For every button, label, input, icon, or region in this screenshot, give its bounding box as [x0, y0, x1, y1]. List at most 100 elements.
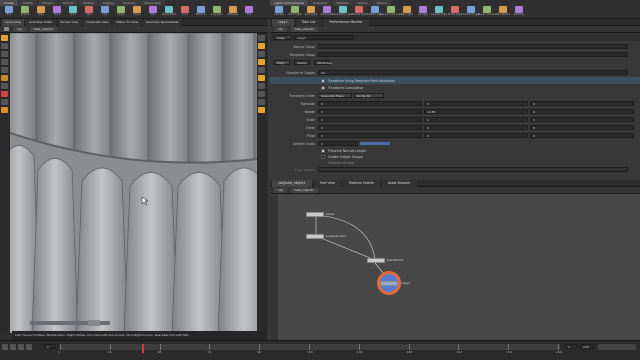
playhead[interactable]: [142, 344, 144, 353]
view-tool-icon[interactable]: [1, 83, 8, 89]
shelf-tool-right_tools-14[interactable]: VR Camera: [496, 6, 510, 19]
transform-cumulative-checkbox[interactable]: [321, 85, 325, 90]
node-copy1-body[interactable]: [380, 281, 398, 286]
left-tab-3[interactable]: Composite View: [82, 19, 112, 26]
param-3-field-1[interactable]: 0: [424, 125, 528, 130]
node-tube1[interactable]: [306, 212, 324, 217]
param-1-field-1[interactable]: 14.85: [424, 109, 528, 114]
param-tab-2[interactable]: Performance Monitor: [323, 19, 369, 26]
param-2-field-2[interactable]: 1: [530, 117, 634, 122]
step-icon[interactable]: [26, 344, 32, 350]
wireframe-icon[interactable]: [258, 59, 265, 65]
left-tab-5[interactable]: Geometry Spreadsheet: [142, 19, 182, 26]
template-group-field[interactable]: [318, 52, 628, 57]
shaded-icon[interactable]: [258, 67, 265, 73]
param-subtab-2[interactable]: Attributes: [314, 60, 332, 65]
param-1-field-0[interactable]: 0: [318, 109, 422, 114]
shelf-tool-right_tools-15[interactable]: Switcher: [512, 6, 526, 19]
param-4-field-0[interactable]: 0: [318, 133, 422, 138]
path-obj[interactable]: obj: [13, 26, 26, 32]
shelf-tool-right_tools-13[interactable]: Stereo Camera: [478, 6, 496, 19]
param-subtab-1[interactable]: Stamp: [294, 60, 310, 65]
brush-tool-icon[interactable]: [1, 107, 8, 113]
source-group-field[interactable]: [318, 44, 628, 49]
shelf-tool-right_tools-7[interactable]: Environment Light: [380, 6, 403, 19]
shelf-tool-tools-14[interactable]: Metaball: [226, 6, 240, 19]
points-icon[interactable]: [258, 75, 265, 81]
shelf-tool-right_tools-1[interactable]: Point Light: [288, 6, 302, 19]
grid-icon[interactable]: [258, 91, 265, 97]
scale-tool-icon[interactable]: [1, 59, 8, 65]
left-tab-1[interactable]: Animation Editor: [26, 19, 56, 26]
rotate-tool-icon[interactable]: [1, 51, 8, 57]
shelf-tool-right_tools-9[interactable]: GI Light: [416, 6, 430, 19]
param-3-field-2[interactable]: 0: [530, 125, 634, 130]
param-0-field-0[interactable]: 0: [318, 101, 422, 106]
param-0-field-2[interactable]: 0: [530, 101, 634, 106]
normals-icon[interactable]: [258, 83, 265, 89]
path-node[interactable]: tube_object1: [29, 26, 58, 32]
shelf-tool-right_tools-3[interactable]: Area Light: [320, 6, 334, 19]
current-frame-field[interactable]: 1: [44, 344, 56, 349]
rot-order-select[interactable]: Rx Ry Rz: [354, 93, 384, 98]
preserve-normal-checkbox[interactable]: [321, 148, 325, 153]
shelf-tool-tools-3[interactable]: Torus: [50, 6, 64, 19]
param-2-field-1[interactable]: 1: [424, 117, 528, 122]
node-polyextrude1[interactable]: [306, 234, 324, 239]
xform-order-select[interactable]: Scale Rot Trans: [318, 93, 352, 98]
param-1-field-2[interactable]: 0: [530, 109, 634, 114]
left-tab-4[interactable]: Motion FX View: [113, 19, 141, 26]
param-tab-1[interactable]: Take List: [295, 19, 322, 26]
shelf-tool-right_tools-12[interactable]: Ambient Light: [462, 6, 480, 19]
display-options-icon[interactable]: [258, 35, 265, 41]
start-frame-field[interactable]: 1: [565, 344, 577, 349]
template-icon[interactable]: [258, 107, 265, 113]
param-4-field-2[interactable]: 0: [530, 133, 634, 138]
create-groups-checkbox[interactable]: [321, 154, 325, 159]
param-tab-0[interactable]: copy1: [272, 19, 294, 26]
shelf-tool-tools-8[interactable]: Curve: [130, 6, 144, 19]
shelf-tool-tools-2[interactable]: Tube: [34, 6, 48, 19]
shelf-tool-tools-4[interactable]: Grid: [66, 6, 80, 19]
shelf-tool-tools-12[interactable]: Platonic: [194, 6, 208, 19]
frame-ruler[interactable]: 1 24 48 72 96 120 144 168 192 216 240: [58, 344, 562, 354]
num-copies-field[interactable]: 24: [318, 70, 628, 75]
left-tab-2[interactable]: Render View: [57, 19, 81, 26]
shelf-tool-tools-6[interactable]: Line: [98, 6, 112, 19]
param-path-node[interactable]: tube_object1: [290, 26, 319, 32]
copy-groups-field[interactable]: [318, 167, 628, 172]
ghost-icon[interactable]: [258, 99, 265, 105]
3d-viewport[interactable]: [10, 33, 257, 333]
shelf-tool-right_tools-10[interactable]: Caustic Light: [431, 6, 447, 19]
network-editor[interactable]: /obj/tube_object1 Tree View Material Palet…: [270, 180, 640, 340]
shelf-tool-tools-10[interactable]: Spray Paint: [162, 6, 176, 19]
shelf-tool-right_tools-4[interactable]: Geometry Light: [333, 6, 353, 19]
play-icon[interactable]: [18, 344, 24, 350]
node-name-field[interactable]: copy1: [294, 35, 354, 40]
camera-icon[interactable]: [258, 51, 265, 57]
shelf-tool-tools-5[interactable]: Null: [82, 6, 96, 19]
realtime-toggle[interactable]: [598, 344, 636, 350]
param-0-field-1[interactable]: 0: [424, 101, 528, 106]
shelf-tool-tools-11[interactable]: Font: [178, 6, 192, 19]
snap-icon[interactable]: [1, 91, 8, 97]
param-path-obj[interactable]: obj: [274, 26, 287, 32]
param-2-field-0[interactable]: 1: [318, 117, 422, 122]
param-subtab-0[interactable]: Copy: [274, 60, 290, 65]
shelf-tool-tools-13[interactable]: L-System: [210, 6, 224, 19]
light-icon[interactable]: [258, 43, 265, 49]
shelf-tool-right_tools-2[interactable]: Spot Light: [304, 6, 318, 19]
uniform-scale-slider[interactable]: [360, 142, 390, 145]
end-frame-field[interactable]: 240: [580, 344, 594, 349]
select-tool-icon[interactable]: [1, 35, 8, 41]
stop-icon[interactable]: [10, 344, 16, 350]
uniform-scale-field[interactable]: 1: [318, 141, 358, 146]
magnet-icon[interactable]: [1, 99, 8, 105]
transform-using-checkbox[interactable]: [321, 78, 325, 83]
shelf-tool-right_tools-11[interactable]: Portal Light: [448, 6, 462, 19]
param-3-field-0[interactable]: 0: [318, 125, 422, 130]
shelf-tool-tools-7[interactable]: Circle: [114, 6, 128, 19]
home-icon[interactable]: [4, 27, 9, 31]
play-reverse-icon[interactable]: [2, 344, 8, 350]
shelf-tool-tools-0[interactable]: Box: [2, 6, 16, 19]
